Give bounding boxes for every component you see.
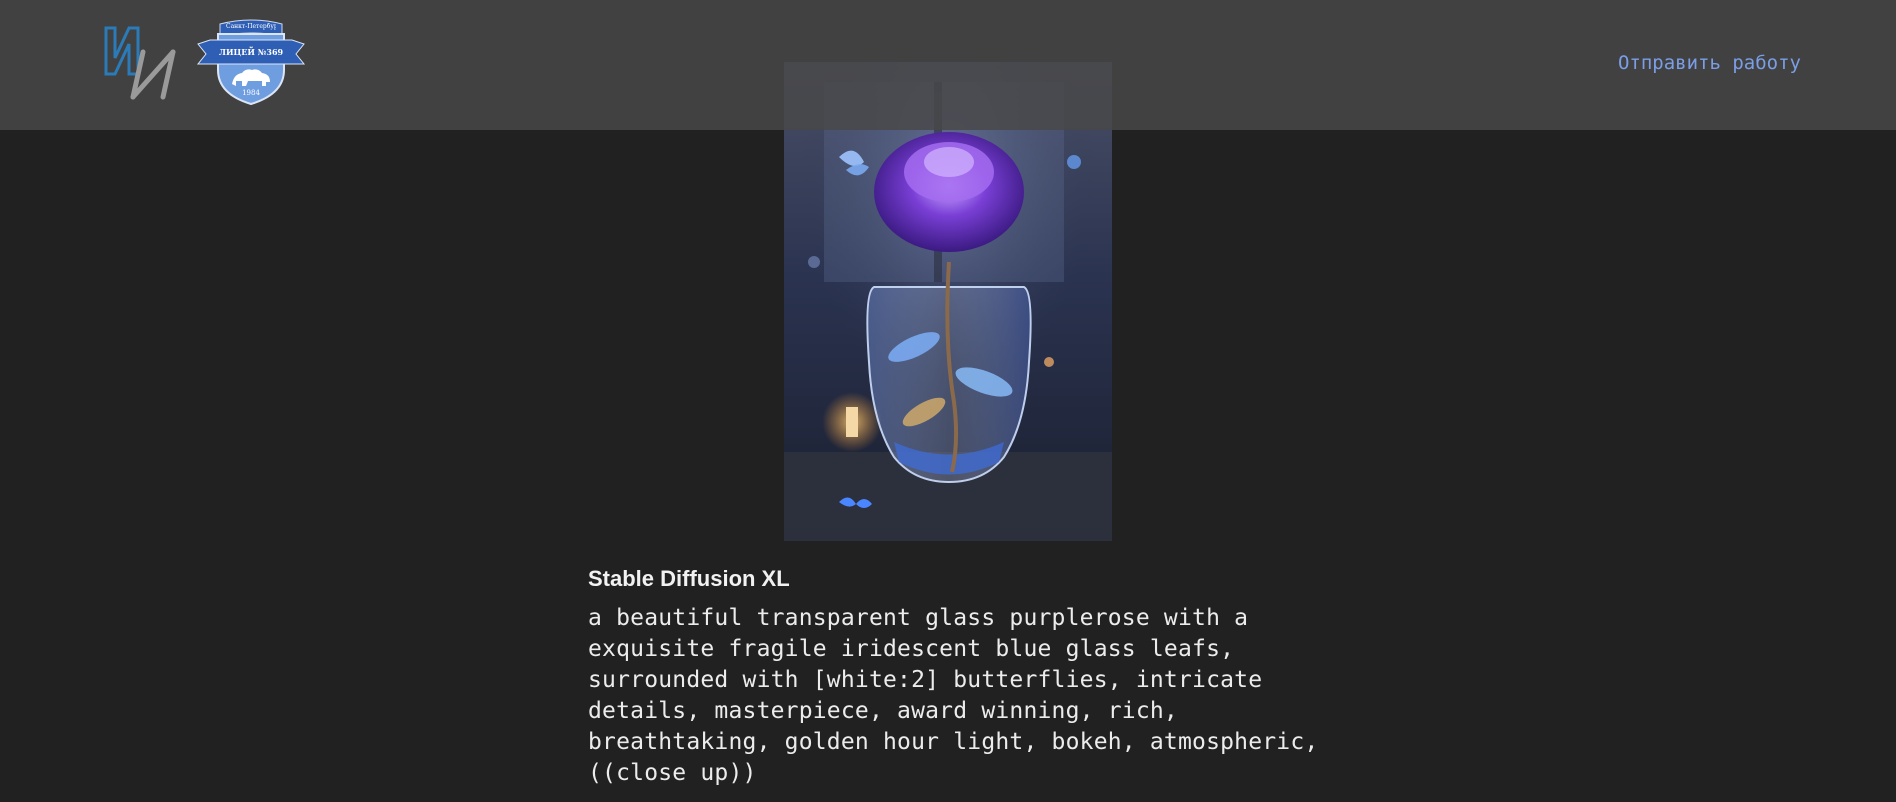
crest-year-text: 1984 [242, 89, 260, 97]
site-logo[interactable] [103, 22, 177, 102]
rose-vase-image [784, 62, 1112, 541]
site-header: Санкт-Петербург ЛИЦЕЙ №369 1984 Отправит… [0, 0, 1896, 130]
crest-ribbon-text: ЛИЦЕЙ №369 [218, 47, 284, 57]
prompt-text: a beautiful transparent glass purplerose… [588, 605, 1319, 786]
submit-work-link[interactable]: Отправить работу [1618, 52, 1801, 74]
page: Санкт-Петербург ЛИЦЕЙ №369 1984 Отправит… [0, 0, 1896, 802]
crest-top-text: Санкт-Петербург [226, 23, 276, 30]
artwork-image [784, 62, 1112, 541]
ii-logo-icon [104, 26, 176, 100]
lyceum-crest-logo[interactable]: Санкт-Петербург ЛИЦЕЙ №369 1984 [196, 18, 306, 106]
model-name: Stable Diffusion XL [588, 566, 790, 591]
